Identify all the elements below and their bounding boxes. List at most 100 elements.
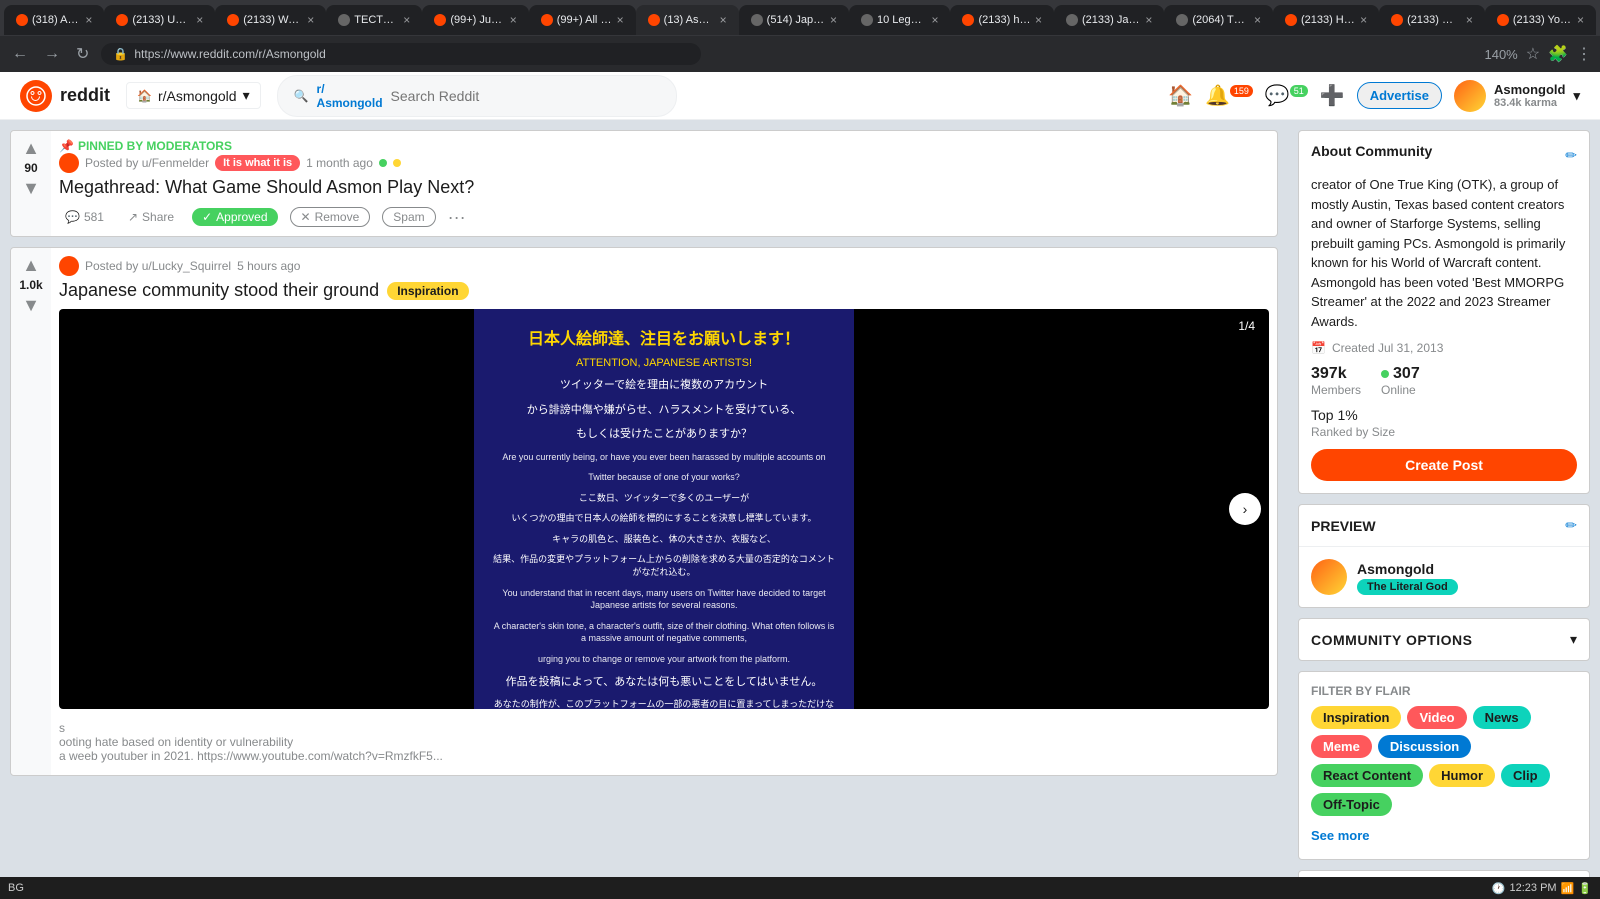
flair-tag-video[interactable]: Video <box>1407 706 1466 729</box>
post-author: Posted by u/Fenmelder <box>85 156 209 170</box>
tab-3[interactable]: (2133) Watch...× <box>215 5 326 35</box>
subreddit-selector[interactable]: 🏠 r/Asmongold ▾ <box>126 82 261 109</box>
post-meta: Posted by u/Fenmelder It is what it is 1… <box>59 153 1269 173</box>
edit-icon[interactable]: ✏ <box>1565 147 1577 164</box>
status-bar: BG 🕐 12:23 PM 📶 🔋 <box>0 877 1600 899</box>
forward-button[interactable]: → <box>40 43 64 65</box>
status-icons: 🕐 12:23 PM 📶 🔋 <box>1492 882 1592 895</box>
share-button[interactable]: ↗ Share <box>122 206 180 228</box>
browser-chrome: (318) Asmon× (2133) UNFU...× (2133) Watc… <box>0 0 1600 72</box>
post-body: 📌 PINNED BY MODERATORS Posted by u/Fenme… <box>51 131 1277 236</box>
chat-icon[interactable]: 💬51 <box>1265 83 1308 108</box>
extensions-icon[interactable]: 🧩 <box>1548 44 1568 64</box>
approved-badge[interactable]: ✓ Approved <box>192 208 277 226</box>
downvote-button[interactable]: ▼ <box>22 179 40 197</box>
preview-avatar <box>1311 559 1347 595</box>
tab-1[interactable]: (318) Asmon× <box>4 5 104 35</box>
calendar-icon: 📅 <box>1311 341 1326 355</box>
plus-icon[interactable]: ➕ <box>1320 83 1345 108</box>
vote-column-2: ▲ 1.0k ▼ <box>11 248 51 775</box>
flair-tags: Inspiration Video News Meme Discussion R… <box>1311 706 1577 816</box>
chevron-down-icon: ▾ <box>243 87 250 104</box>
notifications-icon[interactable]: 🔔159 <box>1205 83 1253 108</box>
x-icon: ✕ <box>301 210 311 224</box>
user-avatar <box>1454 80 1486 112</box>
tab-15[interactable]: (2133) YouTu...× <box>1485 5 1596 35</box>
preview-title: PREVIEW <box>1311 518 1376 534</box>
preview-edit-icon[interactable]: ✏ <box>1565 517 1577 534</box>
image-next-button[interactable]: › <box>1229 493 1261 525</box>
online-stat: 307 Online <box>1381 365 1420 397</box>
home-icon[interactable]: 🏠 <box>1168 83 1193 108</box>
cam-label: s ooting hate based on identity or vulne… <box>59 717 1269 767</box>
tab-12[interactable]: (2064) The L...× <box>1164 5 1273 35</box>
search-input[interactable] <box>391 88 660 104</box>
tab-10[interactable]: (2133) here...× <box>950 5 1054 35</box>
tab-8[interactable]: (514) Japane...× <box>739 5 849 35</box>
tab-14[interactable]: (2133) Watc...× <box>1379 5 1485 35</box>
comments-button[interactable]: 💬 581 <box>59 206 110 228</box>
tab-6[interactable]: (99+) All Car...× <box>529 5 636 35</box>
pinned-label: 📌 PINNED BY MODERATORS <box>59 139 1269 153</box>
community-options-title: COMMUNITY OPTIONS <box>1311 632 1472 648</box>
bookmark-icon[interactable]: ☆ <box>1526 44 1540 64</box>
remove-button[interactable]: ✕ Remove <box>290 207 371 227</box>
vote-column: ▲ 90 ▼ <box>11 131 51 236</box>
post-image-container: 日本人絵師達、注目をお願いします！ ATTENTION, JAPANESE AR… <box>59 309 1269 709</box>
image-jp-line3: もしくは受けたことがありますか？ <box>576 426 752 443</box>
back-button[interactable]: ← <box>8 43 32 65</box>
header-actions: 🏠 🔔159 💬51 ➕ Advertise Asmongold 83.4k k… <box>1168 80 1580 112</box>
username: Asmongold <box>1494 82 1566 97</box>
create-post-button[interactable]: Create Post <box>1311 449 1577 481</box>
online-indicator-1 <box>379 159 387 167</box>
post-body-2: Posted by u/Lucky_Squirrel 5 hours ago J… <box>51 248 1277 775</box>
flair-tag-meme[interactable]: Meme <box>1311 735 1372 758</box>
more-options-button[interactable]: ··· <box>448 207 466 228</box>
image-en-line1: Are you currently being, or have you eve… <box>502 451 825 464</box>
upvote-button-2[interactable]: ▲ <box>22 256 40 274</box>
tab-4[interactable]: TECTONI...× <box>326 5 422 35</box>
share-icon: ↗ <box>128 210 138 224</box>
post-time: 1 month ago <box>306 156 373 170</box>
community-options-header[interactable]: COMMUNITY OPTIONS ▾ <box>1299 619 1589 660</box>
community-options-card[interactable]: COMMUNITY OPTIONS ▾ <box>1298 618 1590 661</box>
flair-tag-clip[interactable]: Clip <box>1501 764 1550 787</box>
tab-active[interactable]: (13) Asmon...× <box>636 5 739 35</box>
reddit-logo[interactable]: reddit <box>20 80 110 112</box>
advertise-button[interactable]: Advertise <box>1357 82 1442 109</box>
search-bar[interactable]: 🔍 r/ Asmongold <box>277 75 677 117</box>
tab-9[interactable]: 10 Legal M...× <box>849 5 950 35</box>
post-pinned[interactable]: ▲ 90 ▼ 📌 PINNED BY MODERATORS Posted by … <box>10 130 1278 237</box>
tab-11[interactable]: (2133) Japan...× <box>1054 5 1164 35</box>
tab-13[interactable]: (2133) HUM...× <box>1273 5 1379 35</box>
flair-tag-discussion[interactable]: Discussion <box>1378 735 1471 758</box>
post-actions: 💬 581 ↗ Share ✓ Approved ✕ Remove <box>59 206 1269 228</box>
feed-panel: ▲ 90 ▼ 📌 PINNED BY MODERATORS Posted by … <box>0 120 1288 899</box>
refresh-button[interactable]: ↻ <box>72 42 93 66</box>
flair-tag-news[interactable]: News <box>1473 706 1531 729</box>
spam-button[interactable]: Spam <box>382 207 435 227</box>
flair-tag-react-content[interactable]: React Content <box>1311 764 1423 787</box>
image-en-line2: Twitter because of one of your works? <box>588 471 740 484</box>
comment-icon: 💬 <box>65 210 80 224</box>
preview-content: Asmongold The Literal God <box>1299 547 1589 607</box>
upvote-button[interactable]: ▲ <box>22 139 40 157</box>
ranking-stat: Top 1% Ranked by Size <box>1311 407 1577 439</box>
see-more-link[interactable]: See more <box>1311 824 1577 847</box>
address-bar[interactable]: 🔒 https://www.reddit.com/r/Asmongold <box>101 43 701 65</box>
mod-flair: It is what it is <box>215 155 300 171</box>
image-jp-s2-title: 作品を投稿によって、あなたは何も悪いことをしてはいません。 <box>506 674 823 691</box>
post-image-card[interactable]: ▲ 1.0k ▼ Posted by u/Lucky_Squirrel 5 ho… <box>10 247 1278 776</box>
network-icon: 📶 <box>1561 882 1575 895</box>
menu-icon[interactable]: ⋮ <box>1576 44 1592 64</box>
image-jp-line1: ツイッターで絵を理由に複数のアカウント <box>560 377 768 394</box>
user-profile[interactable]: Asmongold 83.4k karma ▾ <box>1454 80 1580 112</box>
check-icon: ✓ <box>202 210 212 224</box>
flair-tag-humor[interactable]: Humor <box>1429 764 1495 787</box>
flair-tag-off-topic[interactable]: Off-Topic <box>1311 793 1392 816</box>
tab-5[interactable]: (99+) Just C...× <box>422 5 528 35</box>
downvote-button-2[interactable]: ▼ <box>22 296 40 314</box>
reddit-wordmark: reddit <box>60 85 110 106</box>
flair-tag-inspiration[interactable]: Inspiration <box>1311 706 1401 729</box>
tab-2[interactable]: (2133) UNFU...× <box>104 5 215 35</box>
